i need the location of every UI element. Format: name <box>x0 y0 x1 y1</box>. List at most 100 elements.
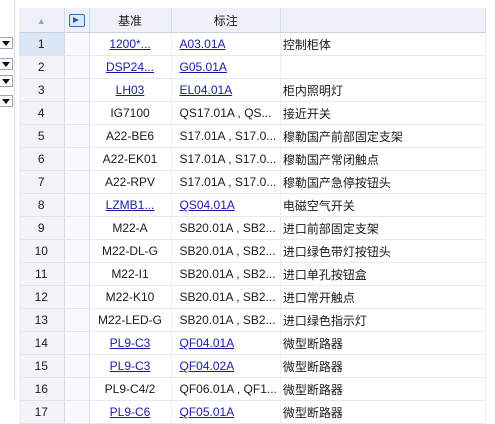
standard-cell: M22-K10 <box>89 285 172 309</box>
mark-cell[interactable]: QF04.01A <box>171 331 281 355</box>
table-row[interactable]: 3 LH03 EL04.01A 柜内照明灯 <box>19 78 486 102</box>
row-pin-cell <box>64 400 90 424</box>
pin-arrow-icon[interactable] <box>68 14 85 28</box>
table-row[interactable]: 16 PL9-C4/2 QF06.01A , QF1... 微型断路器 <box>19 377 486 401</box>
mark-cell: SB20.01A , SB2... <box>171 308 281 332</box>
description-cell: 柜内照明灯 <box>280 78 486 102</box>
standard-cell[interactable]: PL9-C3 <box>89 331 172 355</box>
table-row[interactable]: 13 M22-LED-G SB20.01A , SB2... 进口绿色指示灯 <box>19 308 486 332</box>
chevron-down-icon[interactable] <box>0 95 13 107</box>
row-number[interactable]: 2 <box>19 55 65 79</box>
mark-cell[interactable]: EL04.01A <box>171 78 281 102</box>
standard-cell: IG7100 <box>89 101 172 125</box>
sort-ascending-icon: ▲ <box>36 16 46 26</box>
parts-table: ▲ 基准 标注 1 1200*... A03.01A 控制柜体 2 DSP24... G05… <box>19 8 486 424</box>
mark-cell[interactable]: A03.01A <box>171 32 281 56</box>
mark-cell[interactable]: QF04.02A <box>171 354 281 378</box>
mark-cell[interactable]: QS04.01A <box>171 193 281 217</box>
mark-cell: SB20.01A , SB2... <box>171 216 281 240</box>
row-number[interactable]: 10 <box>19 239 65 263</box>
row-pin-cell <box>64 124 90 148</box>
description-cell: 微型断路器 <box>280 354 486 378</box>
table-row[interactable]: 6 A22-EK01 S17.01A , S17.0... 穆勒国产常闭触点 <box>19 147 486 171</box>
row-pin-cell <box>64 101 90 125</box>
description-cell: 穆勒国产急停按钮头 <box>280 170 486 194</box>
col-header-description[interactable] <box>280 8 486 33</box>
table-row[interactable]: 17 PL9-C6 QF05.01A 微型断路器 <box>19 400 486 424</box>
pin-column-header[interactable] <box>64 8 90 33</box>
mark-cell: SB20.01A , SB2... <box>171 239 281 263</box>
description-cell: 控制柜体 <box>280 32 486 56</box>
row-number[interactable]: 8 <box>19 193 65 217</box>
table-row[interactable]: 2 DSP24... G05.01A <box>19 55 486 79</box>
mark-cell: QF06.01A , QF1... <box>171 377 281 401</box>
description-cell: 微型断路器 <box>280 400 486 424</box>
standard-cell[interactable]: 1200*... <box>89 32 172 56</box>
row-number[interactable]: 17 <box>19 400 65 424</box>
standard-cell: PL9-C4/2 <box>89 377 172 401</box>
table-header-row: ▲ 基准 标注 <box>19 8 486 33</box>
row-pin-cell <box>64 354 90 378</box>
standard-cell[interactable]: PL9-C6 <box>89 400 172 424</box>
row-pin-cell <box>64 32 90 56</box>
col-header-standard[interactable]: 基准 <box>89 8 172 33</box>
row-number[interactable]: 15 <box>19 354 65 378</box>
table-row[interactable]: 1 1200*... A03.01A 控制柜体 <box>19 32 486 56</box>
row-pin-cell <box>64 216 90 240</box>
table-row[interactable]: 8 LZMB1... QS04.01A 电磁空气开关 <box>19 193 486 217</box>
description-cell: 进口绿色带灯按钮头 <box>280 239 486 263</box>
table-row[interactable]: 15 PL9-C3 QF04.02A 微型断路器 <box>19 354 486 378</box>
row-pin-cell <box>64 308 90 332</box>
standard-cell: A22-RPV <box>89 170 172 194</box>
sort-indicator[interactable]: ▲ <box>19 8 65 33</box>
row-number[interactable]: 13 <box>19 308 65 332</box>
table-row[interactable]: 10 M22-DL-G SB20.01A , SB2... 进口绿色带灯按钮头 <box>19 239 486 263</box>
row-pin-cell <box>64 147 90 171</box>
standard-cell: M22-A <box>89 216 172 240</box>
mark-cell: SB20.01A , SB2... <box>171 262 281 286</box>
description-cell: 进口绿色指示灯 <box>280 308 486 332</box>
table-row[interactable]: 11 M22-I1 SB20.01A , SB2... 进口单孔按钮盒 <box>19 262 486 286</box>
description-cell: 接近开关 <box>280 101 486 125</box>
standard-cell[interactable]: LZMB1... <box>89 193 172 217</box>
table-row[interactable]: 14 PL9-C3 QF04.01A 微型断路器 <box>19 331 486 355</box>
table-row[interactable]: 4 IG7100 QS17.01A , QS... 接近开关 <box>19 101 486 125</box>
row-number[interactable]: 1 <box>19 32 65 56</box>
mark-cell[interactable]: QF05.01A <box>171 400 281 424</box>
table-row[interactable]: 7 A22-RPV S17.01A , S17.0... 穆勒国产急停按钮头 <box>19 170 486 194</box>
col-header-mark[interactable]: 标注 <box>171 8 281 33</box>
row-number[interactable]: 12 <box>19 285 65 309</box>
row-number[interactable]: 7 <box>19 170 65 194</box>
chevron-down-icon[interactable] <box>0 58 13 70</box>
row-number[interactable]: 9 <box>19 216 65 240</box>
description-cell: 微型断路器 <box>280 377 486 401</box>
row-pin-cell <box>64 331 90 355</box>
standard-cell: A22-EK01 <box>89 147 172 171</box>
standard-cell[interactable]: DSP24... <box>89 55 172 79</box>
mark-cell[interactable]: G05.01A <box>171 55 281 79</box>
standard-cell: M22-LED-G <box>89 308 172 332</box>
row-pin-cell <box>64 262 90 286</box>
table-row[interactable]: 5 A22-BE6 S17.01A , S17.0... 穆勒国产前部固定支架 <box>19 124 486 148</box>
chevron-down-icon[interactable] <box>0 75 13 87</box>
description-cell: 穆勒国产常闭触点 <box>280 147 486 171</box>
table-row[interactable]: 12 M22-K10 SB20.01A , SB2... 进口常开触点 <box>19 285 486 309</box>
row-number[interactable]: 11 <box>19 262 65 286</box>
description-cell: 进口前部固定支架 <box>280 216 486 240</box>
chevron-down-icon[interactable] <box>0 37 13 49</box>
row-pin-cell <box>64 55 90 79</box>
mark-cell: S17.01A , S17.0... <box>171 170 281 194</box>
mark-cell: S17.01A , S17.0... <box>171 147 281 171</box>
mark-cell: S17.01A , S17.0... <box>171 124 281 148</box>
row-number[interactable]: 6 <box>19 147 65 171</box>
row-number[interactable]: 3 <box>19 78 65 102</box>
standard-cell: M22-I1 <box>89 262 172 286</box>
row-pin-cell <box>64 285 90 309</box>
row-number[interactable]: 14 <box>19 331 65 355</box>
table-row[interactable]: 9 M22-A SB20.01A , SB2... 进口前部固定支架 <box>19 216 486 240</box>
standard-cell[interactable]: PL9-C3 <box>89 354 172 378</box>
row-number[interactable]: 4 <box>19 101 65 125</box>
row-number[interactable]: 16 <box>19 377 65 401</box>
standard-cell[interactable]: LH03 <box>89 78 172 102</box>
row-number[interactable]: 5 <box>19 124 65 148</box>
